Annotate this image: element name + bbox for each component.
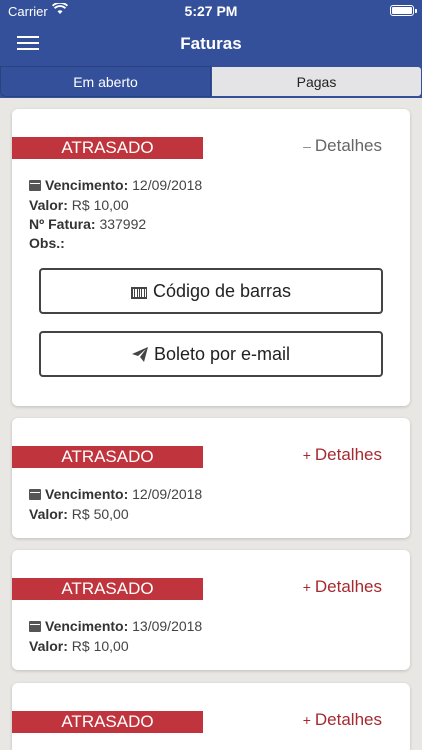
- invoice-card: ATRASADO + Detalhes Vencimento: 13/09/201…: [12, 550, 410, 670]
- amount-value: R$ 10,00: [71, 638, 129, 654]
- amount-label: Valor:: [29, 506, 68, 522]
- amount-row: Valor: R$ 10,00: [29, 197, 129, 213]
- calendar-icon: [29, 489, 41, 500]
- clock: 5:27 PM: [184, 3, 238, 19]
- expand-icon: +: [302, 712, 311, 728]
- page-title: Faturas: [180, 34, 242, 53]
- tab-em-aberto[interactable]: Em aberto: [0, 66, 211, 97]
- notes-label: Obs.:: [29, 235, 65, 251]
- due-date-row: Vencimento: 12/09/2018: [29, 486, 202, 502]
- details-label: Detalhes: [314, 445, 382, 464]
- due-date-row: Vencimento: 13/09/2018: [29, 618, 202, 634]
- barcode-button[interactable]: Código de barras: [39, 268, 383, 314]
- tab-pagas[interactable]: Pagas: [211, 66, 422, 97]
- barcode-button-label: Código de barras: [152, 281, 292, 301]
- details-label: Detalhes: [314, 710, 382, 729]
- details-toggle[interactable]: + Detalhes: [303, 445, 382, 465]
- amount-row: Valor: R$ 10,00: [29, 638, 129, 654]
- collapse-icon: –: [303, 138, 311, 154]
- top-bar: Carrier 5:27 PM Faturas: [0, 0, 422, 66]
- status-badge: ATRASADO: [12, 711, 203, 733]
- due-date-row: Vencimento: 12/09/2018: [29, 177, 202, 193]
- invoice-number-row: Nº Fatura: 337992: [29, 216, 146, 232]
- barcode-icon: [130, 287, 147, 299]
- battery-icon: [390, 5, 417, 16]
- expand-icon: +: [302, 579, 311, 595]
- details-toggle[interactable]: + Detalhes: [303, 710, 382, 730]
- invoice-number-label: Nº Fatura:: [29, 216, 96, 232]
- expand-icon: +: [302, 447, 311, 463]
- status-badge: ATRASADO: [12, 578, 203, 600]
- due-date-value: 13/09/2018: [132, 618, 203, 634]
- notes-row: Obs.:: [29, 235, 65, 251]
- invoice-number-value: 337992: [99, 216, 147, 232]
- due-date-label: Vencimento:: [45, 177, 129, 193]
- tab-bar: Em aberto Pagas: [0, 66, 422, 98]
- details-toggle[interactable]: – Detalhes: [303, 136, 382, 156]
- amount-label: Valor:: [29, 197, 68, 213]
- invoice-card: ATRASADO + Detalhes: [12, 683, 410, 750]
- invoice-card: ATRASADO – Detalhes Vencimento: 12/09/201…: [12, 109, 410, 406]
- status-badge: ATRASADO: [12, 137, 203, 159]
- details-toggle[interactable]: + Detalhes: [303, 577, 382, 597]
- due-date-value: 12/09/2018: [132, 486, 203, 502]
- amount-row: Valor: R$ 50,00: [29, 506, 129, 522]
- due-date-value: 12/09/2018: [132, 177, 203, 193]
- email-button-label: Boleto por e-mail: [153, 344, 291, 364]
- email-boleto-button[interactable]: Boleto por e-mail: [39, 331, 383, 377]
- details-label: Detalhes: [314, 577, 382, 596]
- invoice-card: ATRASADO + Detalhes Vencimento: 12/09/201…: [12, 418, 410, 538]
- calendar-icon: [29, 180, 41, 191]
- amount-value: R$ 10,00: [71, 197, 129, 213]
- calendar-icon: [29, 621, 41, 632]
- status-badge: ATRASADO: [12, 446, 203, 468]
- due-date-label: Vencimento:: [45, 486, 129, 502]
- amount-label: Valor:: [29, 638, 68, 654]
- due-date-label: Vencimento:: [45, 618, 129, 634]
- details-label: Detalhes: [314, 136, 382, 155]
- amount-value: R$ 50,00: [71, 506, 129, 522]
- status-bar: Carrier 5:27 PM: [0, 0, 422, 22]
- paper-plane-icon: [131, 347, 148, 362]
